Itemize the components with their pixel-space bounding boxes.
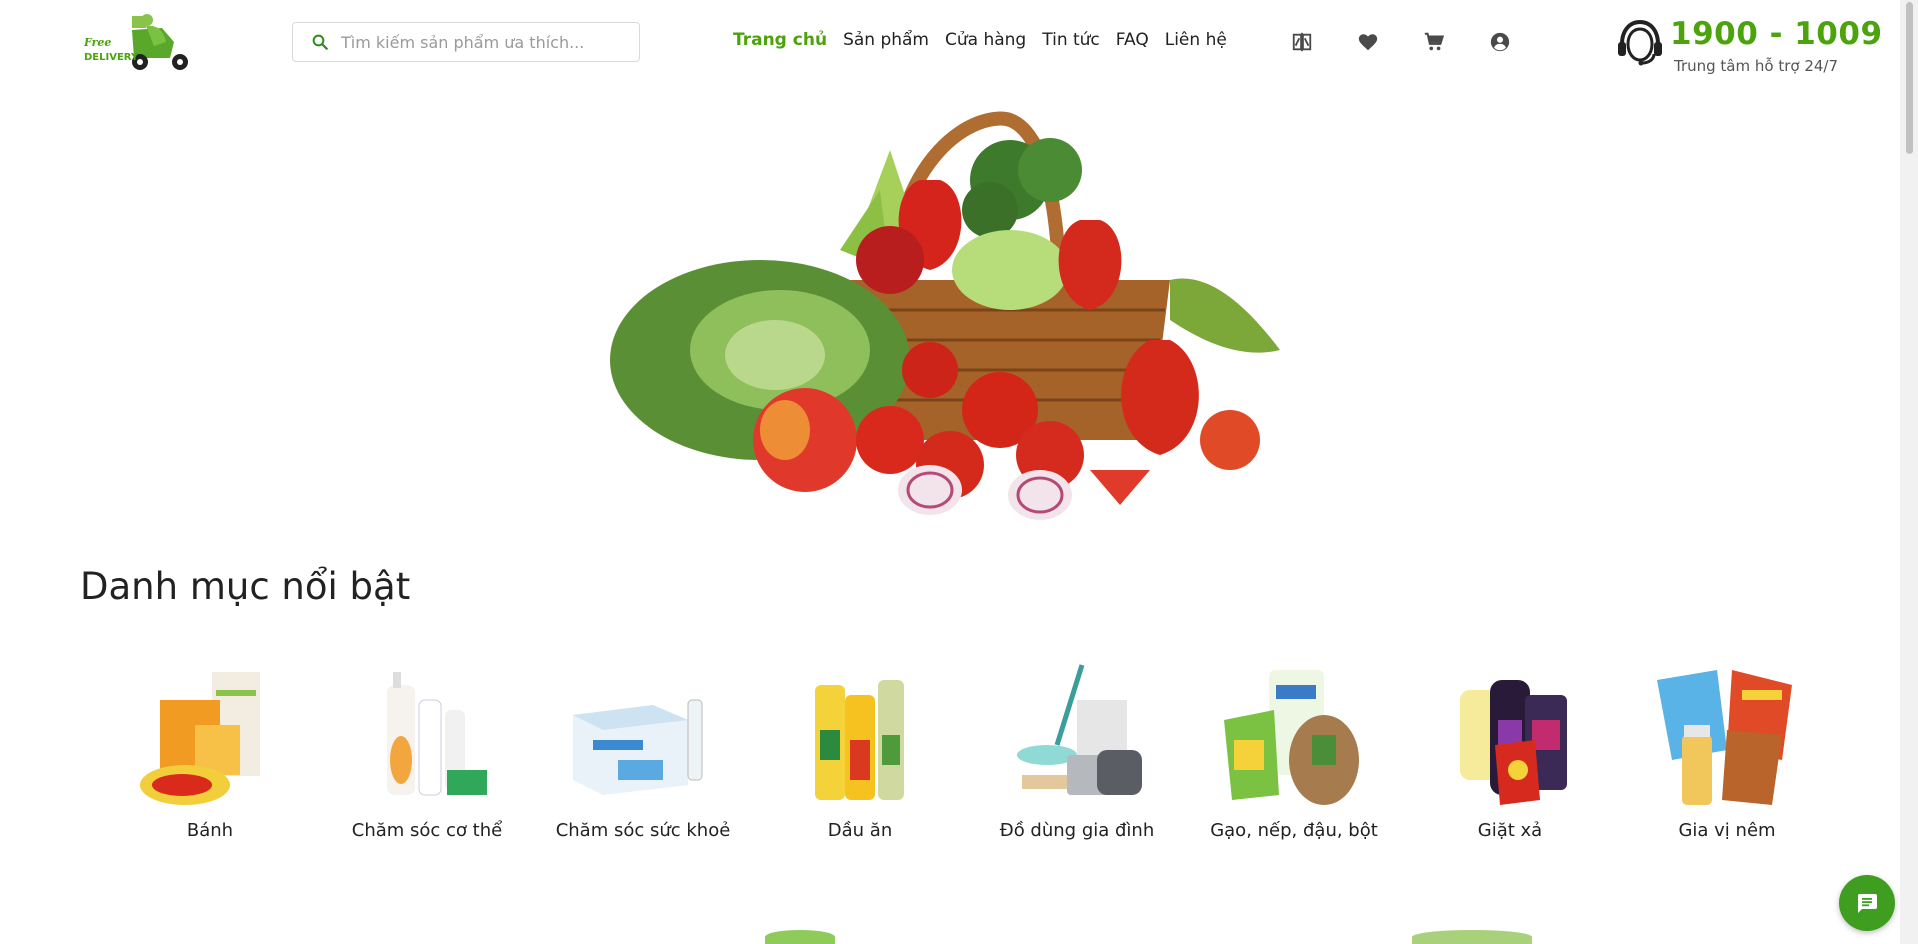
category-image-gao-nep-dau-bot[interactable]	[1224, 660, 1364, 810]
compare-icon[interactable]	[1290, 30, 1314, 54]
category-label[interactable]: Đồ dùng gia đình	[952, 820, 1202, 841]
cart-icon[interactable]	[1422, 30, 1446, 54]
page-scrollbar[interactable]	[1900, 0, 1918, 944]
nav-item-home[interactable]: Trang chủ	[733, 30, 827, 50]
chat-button[interactable]	[1839, 875, 1895, 931]
nav-item-faq[interactable]: FAQ	[1116, 30, 1149, 50]
category-image-giat-xa[interactable]	[1440, 660, 1580, 810]
nav-item-news[interactable]: Tin tức	[1042, 30, 1100, 50]
category-item-do-dung-gia-dinh[interactable]: Đồ dùng gia đình	[962, 660, 1162, 850]
hotline-phone[interactable]: 1900 - 1009	[1670, 16, 1883, 52]
featured-categories: Bánh Chăm sóc cơ thể Chăm sóc sức khoẻ D…	[95, 660, 1815, 850]
category-label[interactable]: Gạo, nếp, đậu, bột	[1169, 820, 1419, 841]
category-item-cham-soc-co-the[interactable]: Chăm sóc cơ thể	[312, 660, 512, 850]
header-icons	[1290, 30, 1554, 54]
nav-item-stores[interactable]: Cửa hàng	[945, 30, 1026, 50]
hotline: 1900 - 1009 Trung tâm hỗ trợ 24/7	[1614, 16, 1882, 80]
scrollbar-thumb[interactable]	[1906, 2, 1913, 154]
nav-item-contact[interactable]: Liên hệ	[1165, 30, 1227, 50]
category-item-cham-soc-suc-khoe[interactable]: Chăm sóc sức khoẻ	[528, 660, 730, 850]
category-label[interactable]: Bánh	[85, 820, 335, 841]
hero-vegetable-basket-image	[610, 111, 1280, 520]
logo-text-free: Free	[84, 36, 111, 49]
chat-icon	[1857, 894, 1877, 913]
site-header: Free DELIVERY Trang chủ Sản phẩm Cửa hàn…	[0, 0, 1900, 88]
category-item-gao-nep-dau-bot[interactable]: Gạo, nếp, đậu, bột	[1179, 660, 1379, 850]
category-image-do-dung-gia-dinh[interactable]	[1007, 660, 1147, 810]
category-item-banh[interactable]: Bánh	[95, 660, 295, 850]
account-icon[interactable]	[1488, 30, 1512, 54]
free-delivery-logo[interactable]: Free DELIVERY	[84, 12, 194, 74]
category-item-giat-xa[interactable]: Giặt xả	[1395, 660, 1595, 850]
category-image-dau-an[interactable]	[790, 660, 930, 810]
category-label[interactable]: Chăm sóc sức khoẻ	[518, 820, 768, 841]
main-nav: Trang chủ Sản phẩm Cửa hàng Tin tức FAQ …	[733, 30, 1243, 50]
category-label[interactable]: Chăm sóc cơ thể	[302, 820, 552, 841]
search-box[interactable]	[292, 22, 640, 62]
search-input[interactable]	[339, 31, 623, 53]
hotline-subtitle: Trung tâm hỗ trợ 24/7	[1674, 57, 1839, 75]
category-image-gia-vi-nem[interactable]	[1657, 660, 1797, 810]
category-image-cham-soc-suc-khoe[interactable]	[573, 660, 713, 810]
category-image-banh[interactable]	[140, 660, 280, 810]
next-section-image-peek	[1412, 930, 1532, 944]
headset-icon	[1618, 19, 1662, 66]
category-image-cham-soc-co-the[interactable]	[357, 660, 497, 810]
search-icon[interactable]	[311, 33, 329, 51]
category-label[interactable]: Dầu ăn	[735, 820, 985, 841]
category-label[interactable]: Giặt xả	[1385, 820, 1635, 841]
category-label[interactable]: Gia vị nêm	[1602, 820, 1852, 841]
category-item-gia-vi-nem[interactable]: Gia vị nêm	[1612, 660, 1812, 850]
section-title-featured-categories: Danh mục nổi bật	[80, 565, 411, 608]
heart-icon[interactable]	[1356, 30, 1380, 54]
next-section-image-peek	[765, 930, 835, 944]
logo-text-delivery: DELIVERY	[84, 52, 139, 63]
nav-item-products[interactable]: Sản phẩm	[843, 30, 929, 50]
category-item-dau-an[interactable]: Dầu ăn	[745, 660, 945, 850]
